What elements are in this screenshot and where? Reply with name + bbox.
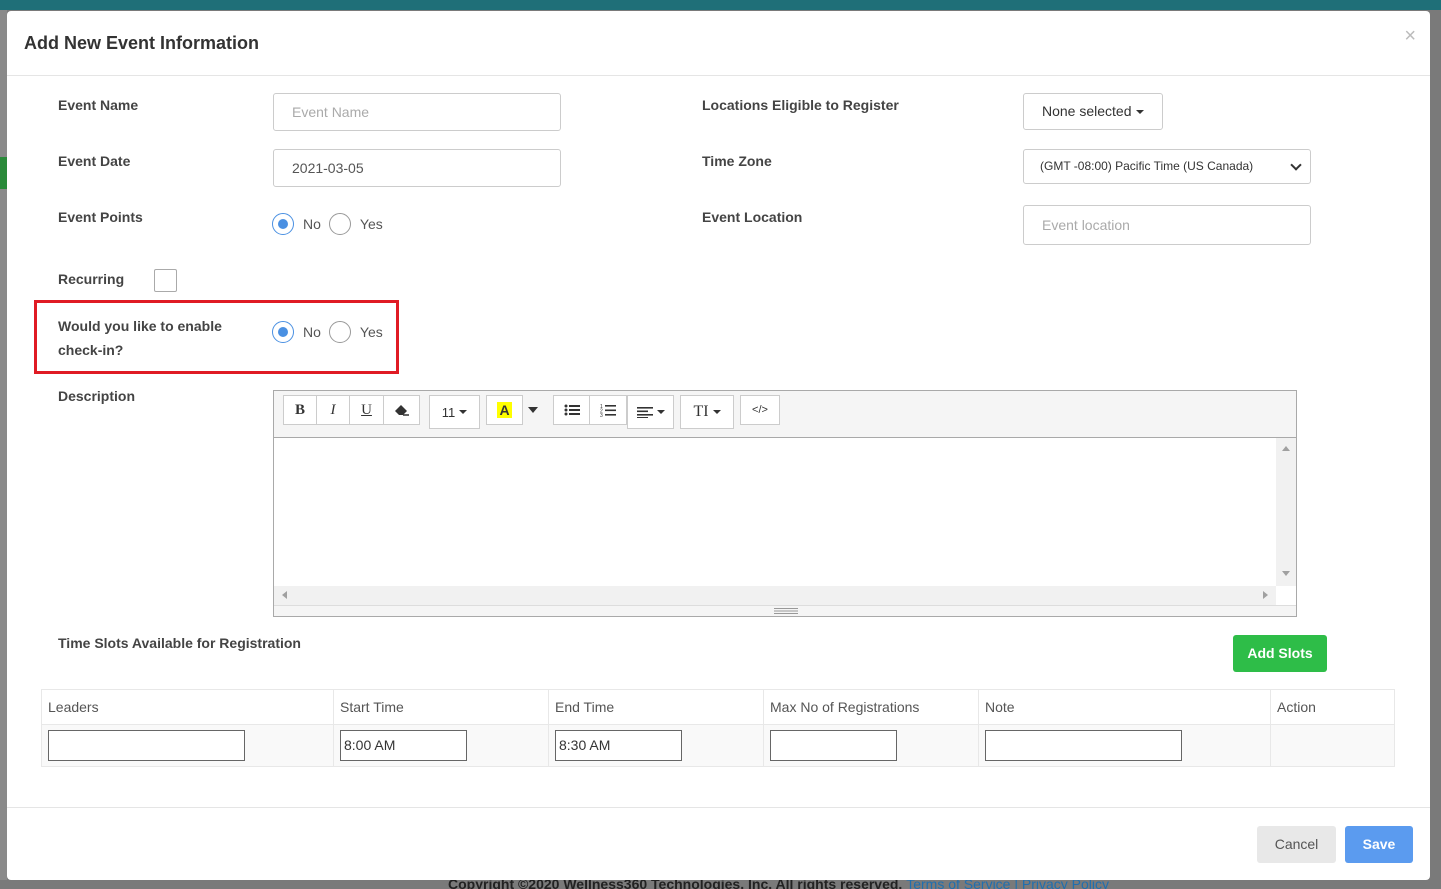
start-time-cell: 8:00 AM [333,724,549,767]
start-time-input[interactable]: 8:00 AM [340,730,467,761]
leaders-input[interactable] [48,730,245,761]
column-header-note: Note [978,689,1271,725]
column-header-end-time: End Time [548,689,764,725]
checkin-label-line1: Would you like to enable [58,318,222,334]
editor-toolbar: B I U 11 A 123 TI </> [274,391,1296,438]
caret-down-icon [528,407,538,413]
end-time-cell: 8:30 AM [548,724,764,767]
editor-resize-handle[interactable] [274,605,1296,616]
highlight-color-button[interactable]: A [486,395,523,425]
caret-down-icon [656,410,665,414]
bullet-list-button[interactable] [553,395,590,425]
page-background-green-tab [0,157,7,189]
event-date-input[interactable]: 2021-03-05 [273,149,561,187]
editor-vertical-scrollbar[interactable] [1276,438,1296,586]
column-header-action: Action [1270,689,1395,725]
italic-button[interactable]: I [316,395,350,425]
checkin-no-radio[interactable] [272,321,294,343]
cancel-button[interactable]: Cancel [1257,826,1336,863]
checkin-label: Would you like to enable check-in? [58,314,222,362]
locations-label: Locations Eligible to Register [702,97,899,113]
caret-down-icon [712,410,721,414]
align-left-icon [636,407,653,418]
modal-header: Add New Event Information × [7,11,1430,76]
numbered-list-button[interactable]: 123 [589,395,627,425]
max-registrations-input[interactable] [770,730,897,761]
highlight-color-dropdown[interactable] [522,395,544,425]
time-slots-table: Leaders Start Time End Time Max No of Re… [41,689,1395,767]
text-style-dropdown[interactable]: TI [680,395,734,429]
time-zone-value: (GMT -08:00) Pacific Time (US Canada) [1040,159,1254,173]
eraser-icon [394,405,409,416]
locations-dropdown-value: None selected [1042,103,1132,119]
leaders-cell [41,724,334,767]
highlight-icon: A [497,402,512,418]
event-date-label: Event Date [58,153,131,169]
scroll-down-icon[interactable] [1282,571,1290,576]
font-size-value: 11 [441,404,456,420]
resize-grip-icon [774,608,798,614]
scroll-up-icon[interactable] [1282,446,1290,451]
event-name-input[interactable]: Event Name [273,93,561,131]
event-points-yes-label: Yes [359,216,383,232]
event-points-no-radio[interactable] [272,213,294,235]
bold-button[interactable]: B [283,395,317,425]
description-textarea[interactable] [274,438,1276,586]
event-location-input[interactable]: Event location [1023,205,1311,245]
scroll-left-icon[interactable] [282,591,287,599]
caret-down-icon [459,410,468,414]
column-header-start-time: Start Time [333,689,549,725]
event-points-no-label: No [303,216,321,232]
font-size-dropdown[interactable]: 11 [429,395,480,429]
checkin-yes-radio[interactable] [328,321,351,343]
description-editor: B I U 11 A 123 TI </> [273,390,1297,617]
time-slots-title: Time Slots Available for Registration [58,635,301,651]
chevron-down-icon [1290,159,1302,171]
code-icon: </> [752,404,768,416]
note-cell [978,724,1271,767]
bullet-list-icon [564,404,580,416]
add-event-modal: Add New Event Information × Event Name E… [7,11,1430,880]
column-header-max-registrations: Max No of Registrations [763,689,979,725]
checkin-yes-label: Yes [359,324,383,340]
time-zone-label: Time Zone [702,153,772,169]
end-time-input[interactable]: 8:30 AM [555,730,682,761]
paragraph-align-dropdown[interactable] [627,395,674,429]
time-zone-select[interactable]: (GMT -08:00) Pacific Time (US Canada) [1023,149,1311,184]
description-label: Description [58,388,136,404]
locations-dropdown[interactable]: None selected [1023,93,1163,130]
code-view-button[interactable]: </> [740,395,780,425]
table-header-row: Leaders Start Time End Time Max No of Re… [41,689,1395,725]
text-style-icon: TI [693,403,709,420]
max-registrations-cell [763,724,979,767]
table-row: 8:00 AM 8:30 AM [41,724,1395,767]
save-button[interactable]: Save [1345,826,1413,863]
checkin-no-label: No [303,324,321,340]
checkin-label-line2: check-in? [58,342,124,358]
modal-footer: Cancel Save [7,807,1430,880]
add-slots-button[interactable]: Add Slots [1233,635,1327,672]
svg-text:3: 3 [600,413,603,417]
event-points-yes-radio[interactable] [328,213,351,235]
eraser-button[interactable] [383,395,420,425]
modal-title: Add New Event Information [24,33,260,53]
page-background-strip [0,10,7,880]
event-points-label: Event Points [58,209,143,225]
note-input[interactable] [985,730,1182,761]
editor-horizontal-scrollbar[interactable] [274,586,1276,605]
numbered-list-icon: 123 [600,404,616,417]
caret-down-icon [1135,110,1144,115]
action-cell [1270,724,1395,767]
close-icon[interactable]: × [1404,25,1416,48]
underline-button[interactable]: U [349,395,384,425]
scroll-right-icon[interactable] [1263,591,1268,599]
event-points-radio-group: No Yes [272,213,391,235]
checkin-radio-group: No Yes [272,321,391,343]
recurring-label: Recurring [58,271,125,287]
page-header-bar [0,0,1441,10]
event-name-label: Event Name [58,97,139,113]
event-location-label: Event Location [702,209,803,225]
recurring-checkbox[interactable] [154,269,177,292]
column-header-leaders: Leaders [41,689,334,725]
